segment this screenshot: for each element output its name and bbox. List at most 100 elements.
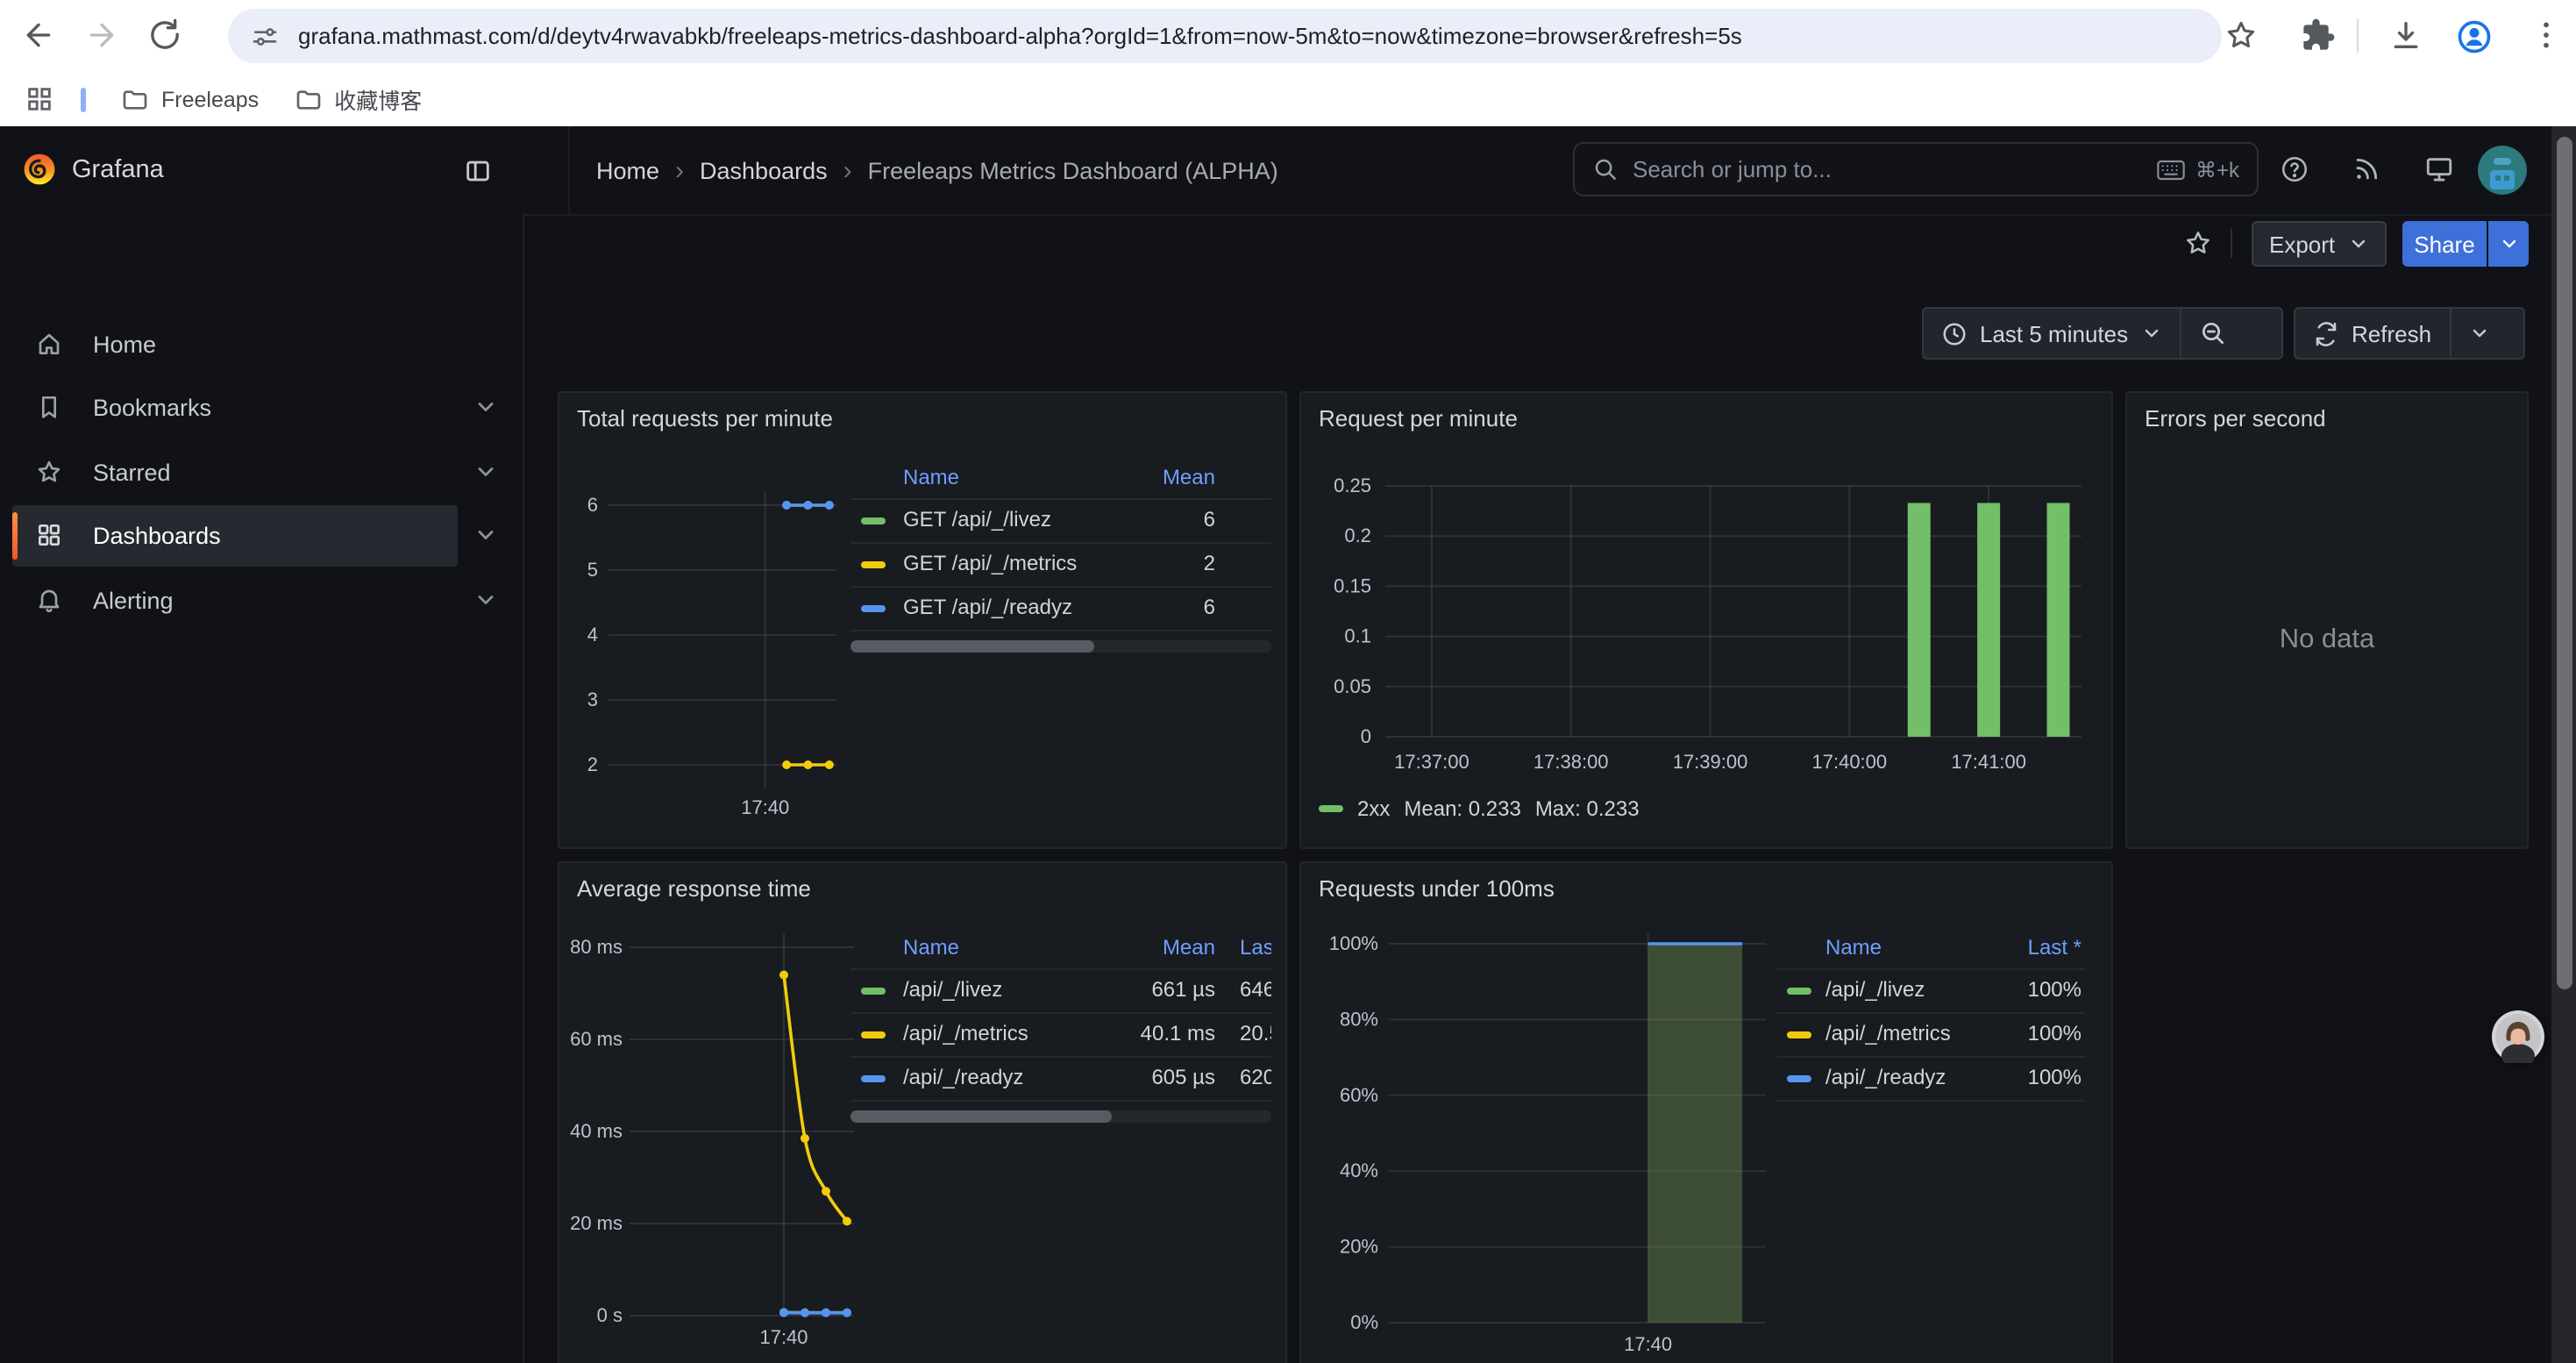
sidebar-item-bookmarks[interactable]: Bookmarks [12, 377, 458, 439]
panel-title[interactable]: Request per minute [1319, 405, 1518, 432]
panel-total-requests-per-minute[interactable]: Total requests per minute 6543217:40 Nam… [558, 391, 1287, 849]
downloads-icon[interactable] [2388, 18, 2423, 53]
sidebar-item-label: Starred [93, 442, 171, 503]
share-button[interactable]: Share [2402, 221, 2487, 267]
panel-request-per-minute[interactable]: Request per minute 00.050.10.150.20.2517… [1299, 391, 2113, 849]
user-avatar[interactable] [2478, 146, 2527, 195]
panel-title[interactable]: Errors per second [2145, 405, 2326, 432]
grafana-logo-icon[interactable] [23, 153, 56, 186]
scrollbar-thumb[interactable] [2556, 137, 2572, 989]
share-dropdown-button[interactable] [2488, 221, 2529, 267]
bookmark-folder-blogs[interactable]: 收藏博客 [294, 82, 422, 116]
legend-col-name[interactable]: Name [903, 935, 959, 960]
legend-scrollbar[interactable] [850, 640, 1271, 653]
search-icon [1592, 156, 1619, 182]
bookmark-folder-freeleaps[interactable]: Freeleaps [121, 85, 259, 113]
chevron-right-icon: › [675, 155, 684, 185]
panel-errors-per-second[interactable]: Errors per second No data [2125, 391, 2529, 849]
zoom-out-button[interactable] [2181, 309, 2244, 358]
grafana-header: Grafana Home › Dashboards › Freeleaps Me… [0, 126, 2576, 216]
svg-text:100%: 100% [1329, 932, 1378, 954]
panel-title[interactable]: Total requests per minute [577, 405, 833, 432]
series-last: 646 µs [1240, 977, 1271, 1002]
refresh-interval-dropdown[interactable] [2451, 309, 2507, 358]
legend-row[interactable]: /api/_/metrics100% [1776, 1014, 2085, 1058]
legend-col-mean[interactable]: Mean [1163, 935, 1215, 960]
export-button[interactable]: Export [2252, 221, 2386, 267]
legend-col-mean[interactable]: Mean [1163, 465, 1215, 489]
refresh-button[interactable]: Refresh [2295, 309, 2449, 358]
panel-title[interactable]: Average response time [577, 875, 811, 902]
apps-grid-icon[interactable] [25, 84, 54, 114]
search-input[interactable]: Search or jump to... ⌘+k [1573, 142, 2259, 196]
forward-icon[interactable] [84, 18, 119, 53]
sidebar-item-home[interactable]: Home [12, 314, 458, 375]
help-icon[interactable] [2280, 154, 2309, 184]
breadcrumb-home[interactable]: Home [596, 157, 659, 183]
legend-col-name[interactable]: Name [1825, 935, 1882, 960]
chevron-down-icon[interactable] [473, 523, 498, 547]
profile-icon[interactable] [2455, 18, 2494, 56]
series-mean: 2 [1204, 551, 1215, 575]
legend-header: Name Mean [850, 460, 1271, 500]
browser-toolbar: grafana.mathmast.com/d/deytv4rwavabkb/fr… [0, 0, 2576, 72]
folder-icon [294, 85, 322, 113]
legend-row[interactable]: /api/_/readyz100% [1776, 1058, 2085, 1102]
news-rss-icon[interactable] [2352, 154, 2381, 184]
chevron-down-icon[interactable] [473, 460, 498, 484]
legend-scrollbar[interactable] [850, 1110, 1271, 1123]
extensions-icon[interactable] [2301, 18, 2336, 53]
legend-inline[interactable]: 2xx Mean: 0.233 Max: 0.233 [1319, 796, 1640, 821]
chevron-down-icon[interactable] [473, 395, 498, 419]
legend-row[interactable]: GET /api/_/livez6 [850, 500, 1271, 544]
grafana-brand[interactable]: Grafana [72, 126, 164, 214]
sidebar-item-alerting[interactable]: Alerting [12, 570, 458, 632]
reload-icon[interactable] [147, 18, 182, 53]
series-mean: 661 µs [1151, 977, 1215, 1002]
series-mean: 6 [1204, 595, 1215, 619]
series-swatch [861, 1031, 886, 1038]
back-icon[interactable] [21, 18, 56, 53]
series-max: Max: 0.233 [1535, 796, 1640, 821]
tab-group-indicator[interactable] [81, 87, 86, 111]
time-range-picker[interactable]: Last 5 minutes [1924, 309, 2179, 358]
legend-row[interactable]: /api/_/livez100% [1776, 970, 2085, 1014]
favorite-star-icon[interactable] [2183, 228, 2213, 258]
sidebar-item-label: Bookmarks [93, 377, 211, 439]
kiosk-monitor-icon[interactable] [2423, 154, 2455, 184]
breadcrumb-dashboards[interactable]: Dashboards [700, 157, 828, 183]
svg-text:3: 3 [587, 689, 598, 710]
sidebar-item-starred[interactable]: Starred [12, 442, 458, 503]
sidebar-item-dashboards[interactable]: Dashboards [12, 505, 458, 567]
series-last: 20.5 ms [1240, 1021, 1271, 1045]
panel-title[interactable]: Requests under 100ms [1319, 875, 1555, 902]
legend-row[interactable]: GET /api/_/metrics2 [850, 544, 1271, 588]
series-name: 2xx [1357, 796, 1390, 821]
floating-avatar[interactable] [2492, 1010, 2544, 1063]
header-divider [568, 126, 570, 214]
clock-icon [1941, 320, 1968, 346]
dock-menu-icon[interactable] [463, 156, 493, 186]
url-bar[interactable]: grafana.mathmast.com/d/deytv4rwavabkb/fr… [228, 9, 2222, 63]
chevron-down-icon[interactable] [473, 588, 498, 612]
legend-row[interactable]: /api/_/metrics40.1 ms20.5 ms [850, 1014, 1271, 1058]
legend-row[interactable]: /api/_/livez 661 µs 646 µs [850, 970, 1271, 1014]
panel-average-response-time[interactable]: Average response time 80 ms60 ms40 ms20 … [558, 861, 1287, 1363]
bell-icon [35, 586, 63, 614]
sidebar-item-label: Alerting [93, 570, 174, 632]
legend-row[interactable]: GET /api/_/readyz 6 [850, 588, 1271, 632]
browser-menu-icon[interactable] [2529, 18, 2564, 53]
legend-col-last[interactable]: Last * [2028, 935, 2081, 960]
legend-col-name[interactable]: Name [903, 465, 959, 489]
svg-text:17:39:00: 17:39:00 [1673, 751, 1748, 773]
panel-requests-under-100ms[interactable]: Requests under 100ms 100%80%60%40%20%0%1… [1299, 861, 2113, 1363]
sidebar-item-label: Home [93, 314, 156, 375]
site-settings-icon[interactable] [251, 22, 279, 50]
bookmark-star-icon[interactable] [2224, 18, 2259, 53]
svg-text:0 s: 0 s [597, 1304, 623, 1326]
legend-row[interactable]: /api/_/readyz605 µs620 µs [850, 1058, 1271, 1102]
series-name: /api/_/livez [903, 977, 1002, 1002]
legend-col-last[interactable]: Last * [1240, 935, 1271, 960]
page-scrollbar[interactable] [2551, 126, 2576, 1363]
series-name: GET /api/_/readyz [903, 595, 1072, 619]
